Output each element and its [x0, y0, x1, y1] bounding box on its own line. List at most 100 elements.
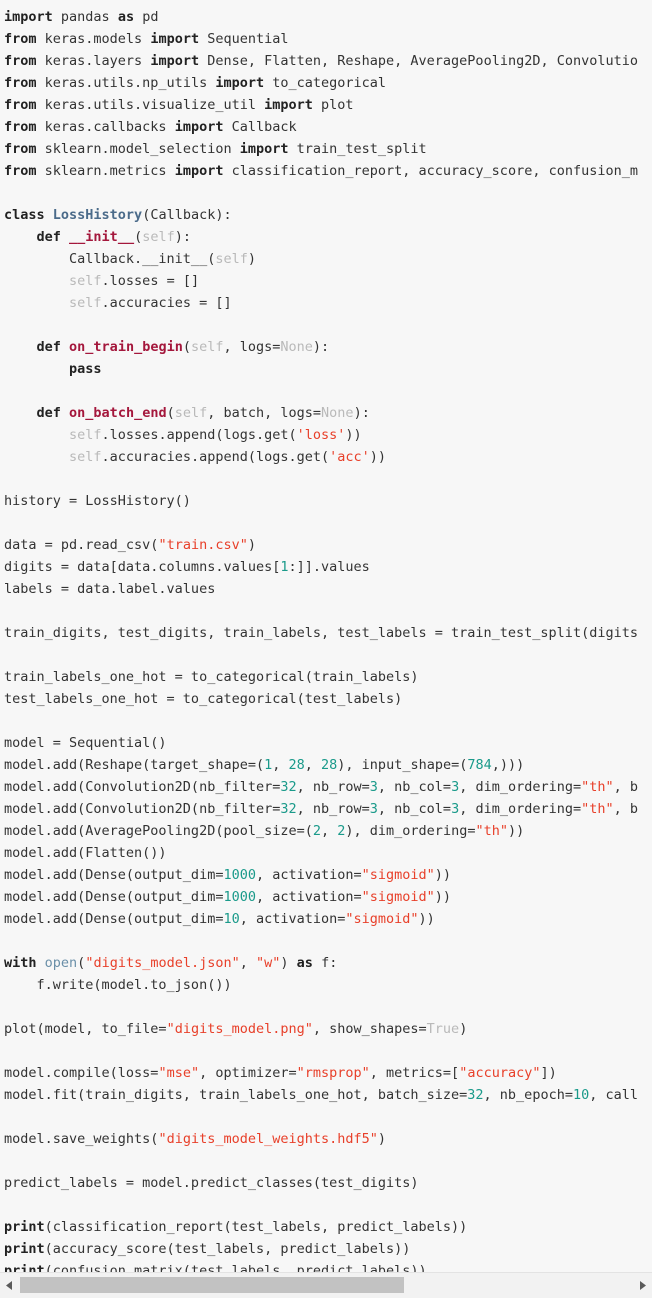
- code-token-plain: .accuracies.append(logs.get(: [101, 449, 330, 465]
- code-token-plain: Callback: [223, 119, 297, 135]
- code-token-plain: model.compile(loss=: [4, 1065, 159, 1081]
- code-token-str: "accuracy": [459, 1065, 541, 1081]
- code-token-plain: keras.layers: [36, 53, 151, 69]
- code-token-plain: , batch, logs=: [207, 405, 322, 421]
- code-line: model.add(Dense(output_dim=1000, activat…: [4, 864, 652, 886]
- code-token-plain: , activation=: [255, 889, 362, 905]
- code-line: model.fit(train_digits, train_labels_one…: [4, 1084, 652, 1106]
- code-token-num: 1000: [223, 867, 256, 883]
- code-token-num: 1000: [223, 889, 256, 905]
- code-token-plain: )): [434, 889, 452, 905]
- code-line: import pandas as pd: [4, 6, 652, 28]
- code-token-plain: , dim_ordering=: [459, 779, 582, 795]
- code-token-plain: classification_report, accuracy_score, c…: [223, 163, 638, 179]
- code-token-plain: f:: [312, 955, 338, 971]
- code-token-str: "th": [581, 801, 614, 817]
- code-token-str: 'loss': [296, 427, 346, 443]
- code-token-plain: ): [247, 251, 256, 267]
- code-line: from keras.layers import Dense, Flatten,…: [4, 50, 652, 72]
- code-line: Callback.__init__(self): [4, 248, 652, 270]
- code-token-num: 32: [280, 801, 297, 817]
- code-token-kw: def: [36, 339, 61, 355]
- code-token-plain: model = Sequential(): [4, 735, 167, 751]
- code-token-plain: (confusion_matrix(test_labels, predict_l…: [44, 1263, 427, 1272]
- code-token-plain: model.save_weights(: [4, 1131, 159, 1147]
- code-token-kw: as: [296, 955, 313, 971]
- code-token-plain: ), input_shape=(: [337, 757, 468, 773]
- code-scroll-viewport[interactable]: import pandas as pd from keras.models imp…: [0, 0, 652, 1272]
- code-token-num: 28: [321, 757, 338, 773]
- code-token-plain: ):: [174, 229, 191, 245]
- code-token-plain: model.add(AveragePooling2D(pool_size=(: [4, 823, 313, 839]
- code-token-kw: import: [215, 75, 265, 91]
- code-token-plain: model.add(Dense(output_dim=: [4, 911, 224, 927]
- code-token-plain: )): [507, 823, 525, 839]
- code-line: digits = data[data.columns.values[1:]].v…: [4, 556, 652, 578]
- code-line: print(accuracy_score(test_labels, predic…: [4, 1238, 652, 1260]
- code-token-num: 28: [288, 757, 305, 773]
- code-line: model.add(AveragePooling2D(pool_size=(2,…: [4, 820, 652, 842]
- code-line: from sklearn.model_selection import trai…: [4, 138, 652, 160]
- code-token-plain: keras.callbacks: [36, 119, 175, 135]
- code-token-plain: model.add(Flatten()): [4, 845, 167, 861]
- python-source-code[interactable]: import pandas as pd from keras.models imp…: [0, 0, 652, 1272]
- code-token-plain: ): [247, 537, 256, 553]
- scrollbar-thumb[interactable]: [20, 1277, 404, 1293]
- horizontal-scrollbar[interactable]: [0, 1272, 652, 1298]
- code-token-cls: LossHistory: [52, 207, 143, 223]
- scroll-left-arrow-icon[interactable]: [0, 1273, 18, 1298]
- code-token-soft: self: [174, 405, 208, 421]
- code-token-kw: import: [174, 163, 224, 179]
- code-token-bin: open: [44, 955, 78, 971]
- code-token-plain: digits = data[data.columns.values[: [4, 559, 281, 575]
- code-line: model = Sequential(): [4, 732, 652, 754]
- code-line: self.losses = []: [4, 270, 652, 292]
- code-token-str: 'acc': [329, 449, 370, 465]
- scroll-right-arrow-icon[interactable]: [634, 1273, 652, 1298]
- code-token-plain: (: [134, 229, 143, 245]
- code-token-plain: model.add(Reshape(target_shape=(: [4, 757, 265, 773]
- code-line: test_labels_one_hot = to_categorical(tes…: [4, 688, 652, 710]
- code-token-kw: import: [150, 53, 200, 69]
- code-token-kw: import: [239, 141, 289, 157]
- code-token-soft: self: [69, 295, 102, 311]
- code-token-plain: train_test_split: [288, 141, 427, 157]
- code-token-kw: import: [264, 97, 313, 113]
- code-token-str: "th": [475, 823, 508, 839]
- code-line: class LossHistory(Callback):: [4, 204, 652, 226]
- code-token-kw: from: [4, 119, 37, 135]
- code-token-plain: )): [369, 449, 387, 465]
- code-line: history = LossHistory(): [4, 490, 652, 512]
- code-token-str: "sigmoid": [361, 867, 435, 883]
- code-token-plain: train_labels_one_hot = to_categorical(tr…: [4, 669, 419, 685]
- code-token-plain: , nb_epoch=: [483, 1087, 573, 1103]
- code-token-plain: plot: [312, 97, 354, 113]
- code-token-plain: ,))): [491, 757, 525, 773]
- code-token-kw: import: [174, 119, 224, 135]
- code-token-num: 3: [369, 779, 378, 795]
- code-token-plain: ):: [353, 405, 370, 421]
- code-token-plain: pd: [134, 9, 159, 25]
- code-token-str: "sigmoid": [361, 889, 435, 905]
- code-token-plain: ,: [239, 955, 257, 971]
- code-token-soft: self: [69, 449, 102, 465]
- code-token-str: "digits_model.png": [166, 1021, 313, 1037]
- scrollbar-track[interactable]: [18, 1273, 634, 1298]
- code-line: model.compile(loss="mse", optimizer="rms…: [4, 1062, 652, 1084]
- code-token-plain: )): [345, 427, 362, 443]
- code-token-num: 32: [467, 1087, 484, 1103]
- code-token-str: "digits_model.json": [85, 955, 240, 971]
- code-token-plain: .losses.append(logs.get(: [101, 427, 297, 443]
- code-token-kw: from: [4, 31, 37, 47]
- code-token-kw: print: [4, 1263, 45, 1272]
- code-line: self.accuracies = []: [4, 292, 652, 314]
